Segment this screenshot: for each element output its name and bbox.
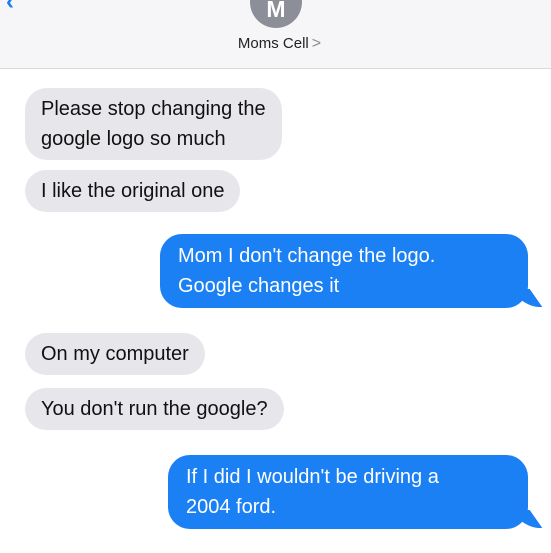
message-text: 2004 ford.: [186, 496, 277, 518]
message-text: On my computer: [41, 343, 189, 365]
chevron-right-icon: >: [311, 35, 322, 52]
contact-name-button[interactable]: Moms Cell >: [0, 34, 551, 54]
message-text: If I did I wouldn't be driving a: [186, 466, 439, 488]
conversation-header: ‹ M Moms Cell >: [0, 0, 551, 69]
back-arrow-icon[interactable]: ‹: [6, 0, 14, 14]
message-bubble-incoming[interactable]: On my computer: [25, 333, 205, 375]
contact-name: Moms Cell: [237, 35, 309, 52]
message-bubble-outgoing[interactable]: If I did I wouldn't be driving a 2004 fo…: [168, 455, 543, 529]
messages-screen: ‹ M Moms Cell > Please stop changing the …: [0, 0, 551, 553]
message-text: Please stop changing the: [41, 98, 266, 120]
message-text: I like the original one: [41, 180, 225, 202]
message-text: You don't run the google?: [41, 398, 268, 420]
message-bubble-incoming[interactable]: I like the original one: [25, 170, 241, 212]
message-bubble-incoming[interactable]: Please stop changing the google logo so …: [25, 88, 282, 160]
message-text: google logo so much: [41, 128, 226, 150]
contact-avatar[interactable]: M: [250, 0, 302, 28]
message-bubble-outgoing[interactable]: Mom I don't change the logo. Google chan…: [160, 234, 543, 308]
message-bubble-incoming[interactable]: You don't run the google?: [25, 388, 284, 430]
bubble-tail: [511, 289, 543, 307]
message-text: Google changes it: [178, 275, 340, 297]
message-text: Mom I don't change the logo.: [178, 245, 436, 267]
bubble-tail: [511, 510, 543, 528]
